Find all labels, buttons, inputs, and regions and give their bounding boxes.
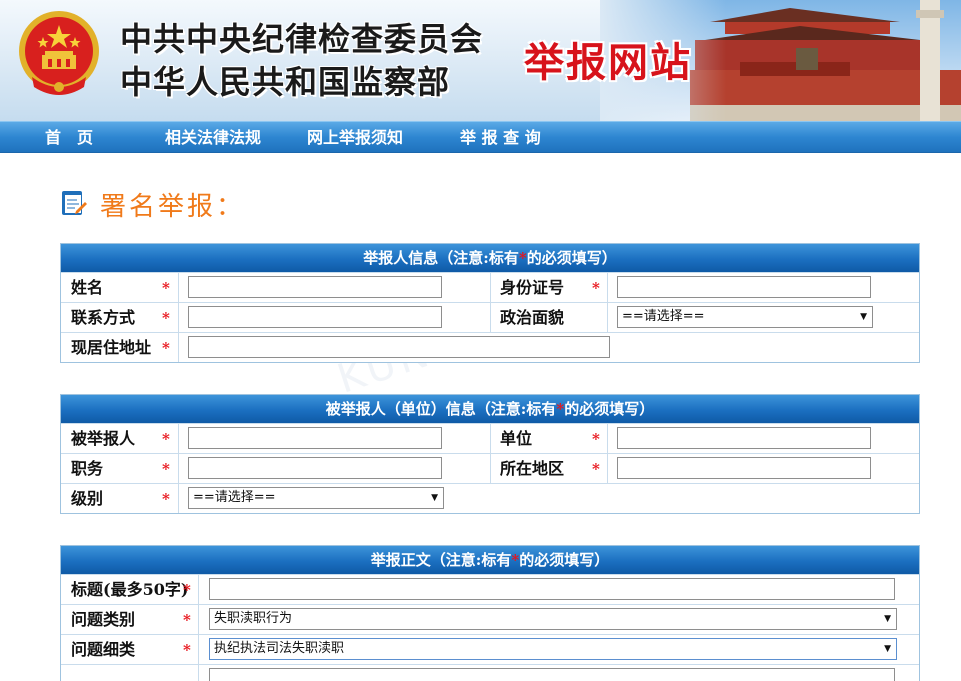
accused-info-section: 被举报人（单位）信息（注意:标有*的必须填写） 被举报人 * 单位 * 职务 *… [60, 394, 920, 514]
nav-item-query[interactable]: 举 报 查 询 [460, 122, 541, 153]
political-status-select[interactable]: ==请选择== ▼ [617, 306, 873, 328]
form-row: 姓名 * 身份证号 * [61, 272, 919, 302]
form-row: 问题类别 * 失职渎职行为 ▼ [61, 604, 919, 634]
org-name-line1: 中共中央纪律检查委员会 [120, 20, 484, 58]
required-mark: * [183, 581, 191, 599]
position-input[interactable] [188, 457, 442, 479]
name-label: 姓名 [71, 278, 104, 297]
id-number-input[interactable] [617, 276, 871, 298]
required-mark: * [162, 460, 170, 478]
report-body-header: 举报正文（注意:标有*的必须填写） [61, 546, 919, 574]
content-textarea[interactable] [209, 668, 895, 681]
unit-label: 单位 [500, 429, 533, 448]
required-mark: * [183, 641, 191, 659]
political-status-label: 政治面貌 [500, 308, 565, 327]
report-body-section: 举报正文（注意:标有*的必须填写） 标题(最多50字) * 问题类别 * 失职渎… [60, 545, 920, 681]
region-input[interactable] [617, 457, 871, 479]
nav-item-guide[interactable]: 网上举报须知 [307, 122, 403, 153]
contact-label: 联系方式 [71, 308, 136, 327]
national-emblem-icon [19, 11, 99, 95]
nav-item-laws[interactable]: 相关法律法规 [165, 122, 261, 153]
subcategory-label: 问题细类 [71, 640, 136, 659]
reporter-info-header: 举报人信息（注意:标有*的必须填写） [61, 244, 919, 272]
unit-input[interactable] [617, 427, 871, 449]
category-select[interactable]: 失职渎职行为 ▼ [209, 608, 897, 630]
address-label: 现居住地址 [71, 338, 152, 357]
nav-item-home[interactable]: 首 页 [45, 122, 93, 153]
form-row: 问题细类 * 执纪执法司法失职渎职 ▼ [61, 634, 919, 664]
address-input[interactable] [188, 336, 610, 358]
title-input[interactable] [209, 578, 895, 600]
category-label: 问题类别 [71, 610, 136, 629]
name-input[interactable] [188, 276, 442, 298]
chevron-down-icon: ▼ [431, 493, 438, 503]
chevron-down-icon: ▼ [884, 614, 891, 624]
required-mark: * [162, 339, 170, 357]
position-label: 职务 [71, 459, 104, 478]
form-row: 职务 * 所在地区 * [61, 453, 919, 483]
org-name-line2: 中华人民共和国监察部 [120, 63, 451, 101]
form-row: 现居住地址 * [61, 332, 919, 362]
form-document-icon [62, 191, 87, 215]
required-mark: * [592, 460, 600, 478]
required-mark: * [162, 490, 170, 508]
required-mark: * [183, 611, 191, 629]
site-title: 举报网站 [524, 40, 692, 86]
form-row: 联系方式 * 政治面貌 ==请选择== ▼ [61, 302, 919, 332]
form-row: 级别 * ==请选择== ▼ [61, 483, 919, 513]
form-row: 标题(最多50字) * [61, 574, 919, 604]
accused-info-header: 被举报人（单位）信息（注意:标有*的必须填写） [61, 395, 919, 423]
subcategory-select[interactable]: 执纪执法司法失职渎职 ▼ [209, 638, 897, 660]
required-mark: * [592, 279, 600, 297]
site-header: 中共中央纪律检查委员会 中华人民共和国监察部 举报网站 [0, 0, 961, 121]
title-label: 标题(最多50字) [71, 580, 189, 599]
accused-name-input[interactable] [188, 427, 442, 449]
required-mark: * [162, 279, 170, 297]
level-label: 级别 [71, 489, 104, 508]
required-mark: * [162, 430, 170, 448]
accused-name-label: 被举报人 [71, 429, 136, 448]
chevron-down-icon: ▼ [860, 312, 867, 322]
required-mark: * [162, 309, 170, 327]
required-mark: * [592, 430, 600, 448]
id-number-label: 身份证号 [500, 278, 565, 297]
level-select[interactable]: ==请选择== ▼ [188, 487, 444, 509]
chevron-down-icon: ▼ [884, 644, 891, 654]
form-row [61, 664, 919, 681]
contact-input[interactable] [188, 306, 442, 328]
page-title: 署名举报： [100, 192, 246, 222]
region-label: 所在地区 [500, 459, 565, 478]
main-nav: 首 页 相关法律法规 网上举报须知 举 报 查 询 [0, 121, 961, 153]
form-row: 被举报人 * 单位 * [61, 423, 919, 453]
reporter-info-section: 举报人信息（注意:标有*的必须填写） 姓名 * 身份证号 * 联系方式 * 政治… [60, 243, 920, 363]
